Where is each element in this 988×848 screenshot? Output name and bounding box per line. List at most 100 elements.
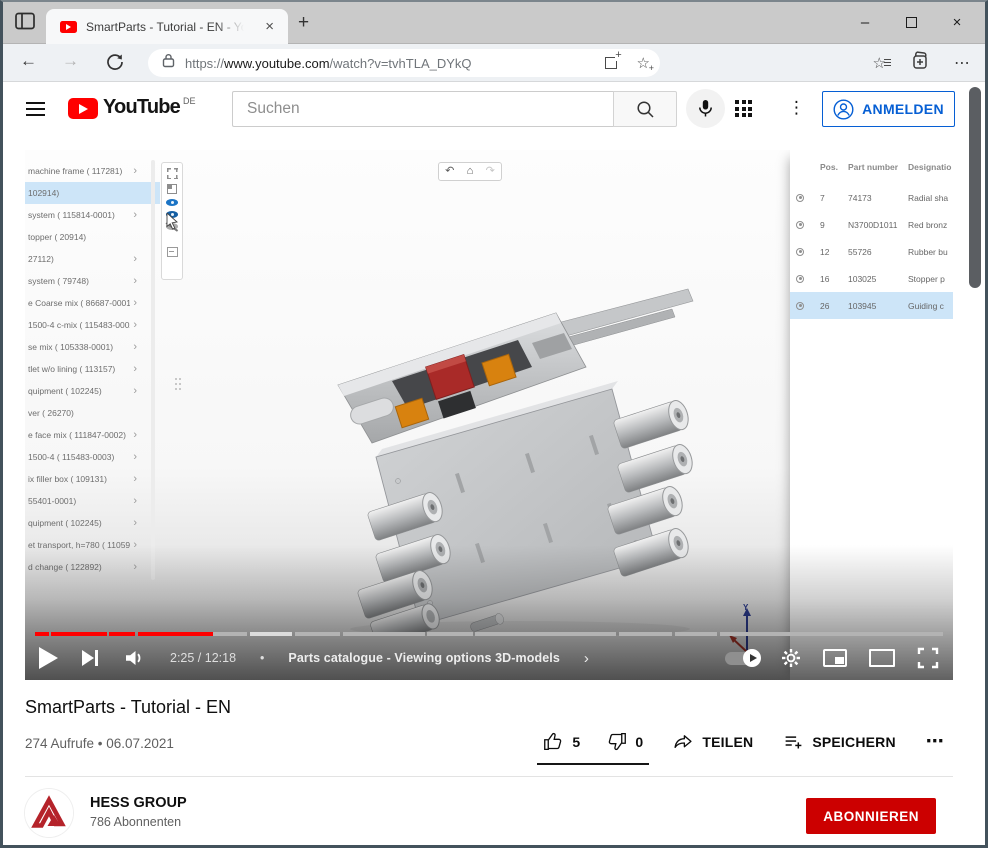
tree-item[interactable]: topper ( 20914) <box>25 226 160 248</box>
tab-actions-icon[interactable] <box>13 11 37 33</box>
lock-icon[interactable] <box>162 53 175 73</box>
chevron-right-icon[interactable]: › <box>133 209 137 221</box>
visibility-on-icon[interactable] <box>166 199 178 206</box>
tab-close-icon[interactable]: × <box>261 17 278 36</box>
table-row[interactable]: 16103025Stopper p <box>790 265 953 292</box>
favorites-icon[interactable]: ☆ <box>873 56 886 71</box>
chevron-right-icon[interactable]: › <box>133 517 137 529</box>
maximize-button[interactable] <box>888 0 934 44</box>
tree-item[interactable]: system ( 115814-0001)› <box>25 204 160 226</box>
close-button[interactable]: × <box>934 0 980 44</box>
tree-item[interactable]: e face mix ( 111847-0002)› <box>25 424 160 446</box>
tree-item[interactable]: 1500-4 c-mix ( 115483-0002)› <box>25 314 160 336</box>
chapter-chevron-icon[interactable]: › <box>584 651 589 666</box>
search-button[interactable] <box>613 91 677 127</box>
split-screen-icon[interactable] <box>605 57 617 69</box>
tree-item[interactable]: tlet w/o lining ( 113157)› <box>25 358 160 380</box>
share-button[interactable]: TEILEN <box>673 731 753 752</box>
like-button[interactable]: 5 <box>543 731 580 752</box>
collections-icon[interactable] <box>910 51 930 75</box>
pane-icon[interactable] <box>167 184 177 194</box>
chevron-right-icon[interactable]: › <box>133 165 137 177</box>
chevron-right-icon[interactable]: › <box>133 473 137 485</box>
chevron-right-icon[interactable]: › <box>133 319 137 331</box>
refresh-icon[interactable] <box>105 52 125 77</box>
table-row[interactable]: 774173Radial sha <box>790 184 953 211</box>
sign-in-button[interactable]: ANMELDEN <box>822 91 955 127</box>
tree-item[interactable]: quipment ( 102245)› <box>25 380 160 402</box>
channel-name[interactable]: HESS GROUP <box>90 795 187 811</box>
channel-row: HESS GROUP 786 Abonnenten ABONNIEREN <box>25 789 953 837</box>
chevron-right-icon[interactable]: › <box>133 341 137 353</box>
new-tab-button[interactable]: + <box>298 13 309 32</box>
fit-view-icon[interactable] <box>167 168 178 179</box>
tree-item[interactable]: system ( 79748)› <box>25 270 160 292</box>
home-view-icon[interactable]: ⌂ <box>467 166 474 177</box>
part-settings-icon[interactable] <box>796 221 804 229</box>
tree-item[interactable]: ver ( 26270) <box>25 402 160 424</box>
youtube-logo[interactable]: YouTube DE <box>68 96 196 119</box>
part-settings-icon[interactable] <box>796 194 804 202</box>
tree-scrollbar[interactable] <box>151 160 155 580</box>
video-player[interactable]: machine frame ( 117281)›102914)system ( … <box>25 150 953 680</box>
channel-avatar[interactable] <box>25 789 73 837</box>
subscribe-button[interactable]: ABONNIEREN <box>806 798 936 834</box>
minimize-button[interactable]: – <box>842 0 888 44</box>
video-meta: 274 Aufrufe • 06.07.2021 <box>25 736 174 751</box>
youtube-page: YouTube DE ⋮ ANMELDEN machine frame ( 11… <box>0 83 988 848</box>
back-icon[interactable]: ← <box>20 51 37 71</box>
save-button[interactable]: SPEICHERN <box>783 731 895 752</box>
chevron-right-icon[interactable]: › <box>133 385 137 397</box>
dislike-button[interactable]: 0 <box>606 731 643 752</box>
apps-grid-icon[interactable] <box>735 100 752 117</box>
browser-tab[interactable]: SmartParts - Tutorial - EN - YouT × <box>46 9 288 44</box>
chevron-right-icon[interactable]: › <box>133 253 137 265</box>
chapter-title[interactable]: Parts catalogue - Viewing options 3D-mod… <box>288 651 559 665</box>
browser-menu-icon[interactable]: ⋯ <box>954 53 970 73</box>
chevron-right-icon[interactable]: › <box>133 429 137 441</box>
redo-icon[interactable]: ↷ <box>486 166 495 177</box>
more-actions-icon[interactable]: ⋯ <box>926 731 944 752</box>
playlist-add-icon <box>783 731 804 752</box>
chevron-right-icon[interactable]: › <box>133 297 137 309</box>
panel-drag-handle[interactable] <box>175 378 177 380</box>
part-settings-icon[interactable] <box>796 275 804 283</box>
collapse-icon[interactable] <box>167 247 178 257</box>
settings-gear-icon[interactable] <box>781 648 801 668</box>
tree-item[interactable]: e Coarse mix ( 86687-0001)› <box>25 292 160 314</box>
tree-item[interactable]: quipment ( 102245)› <box>25 512 160 534</box>
tree-item[interactable]: machine frame ( 117281)› <box>25 160 160 182</box>
menu-icon[interactable] <box>26 102 45 120</box>
chevron-right-icon[interactable]: › <box>133 495 137 507</box>
table-cell: N3700D1011 <box>848 220 908 230</box>
next-button[interactable] <box>82 650 98 666</box>
undo-icon[interactable]: ↶ <box>445 166 454 177</box>
table-row[interactable]: 9N3700D1011Red bronz <box>790 211 953 238</box>
search-input[interactable] <box>233 92 613 126</box>
table-row[interactable]: 26103945Guiding c <box>790 292 953 319</box>
tree-item[interactable]: 55401-0001)› <box>25 490 160 512</box>
table-row[interactable]: 1255726Rubber bu <box>790 238 953 265</box>
tree-item[interactable]: se mix ( 105338-0001)› <box>25 336 160 358</box>
play-button[interactable] <box>39 647 58 669</box>
add-favorite-icon[interactable]: ☆ <box>637 56 650 71</box>
tree-item[interactable]: 102914) <box>25 182 160 204</box>
part-settings-icon[interactable] <box>796 302 804 310</box>
fullscreen-icon[interactable] <box>917 647 939 669</box>
page-scrollbar[interactable] <box>969 87 981 288</box>
chevron-right-icon[interactable]: › <box>133 275 137 287</box>
address-bar[interactable]: https://www.youtube.com/watch?v=tvhTLA_D… <box>148 49 660 77</box>
tree-item[interactable]: 27112)› <box>25 248 160 270</box>
chevron-right-icon[interactable]: › <box>133 363 137 375</box>
youtube-menu-icon[interactable]: ⋮ <box>788 98 805 118</box>
chevron-right-icon[interactable]: › <box>133 451 137 463</box>
volume-icon[interactable] <box>122 646 146 670</box>
tree-item[interactable]: ix filler box ( 109131)› <box>25 468 160 490</box>
theater-mode-icon[interactable] <box>869 649 895 667</box>
autoplay-toggle[interactable] <box>725 652 759 665</box>
forward-icon[interactable]: → <box>62 51 79 71</box>
miniplayer-icon[interactable] <box>823 649 847 667</box>
tree-item[interactable]: 1500-4 ( 115483-0003)› <box>25 446 160 468</box>
microphone-icon[interactable] <box>686 89 725 128</box>
part-settings-icon[interactable] <box>796 248 804 256</box>
